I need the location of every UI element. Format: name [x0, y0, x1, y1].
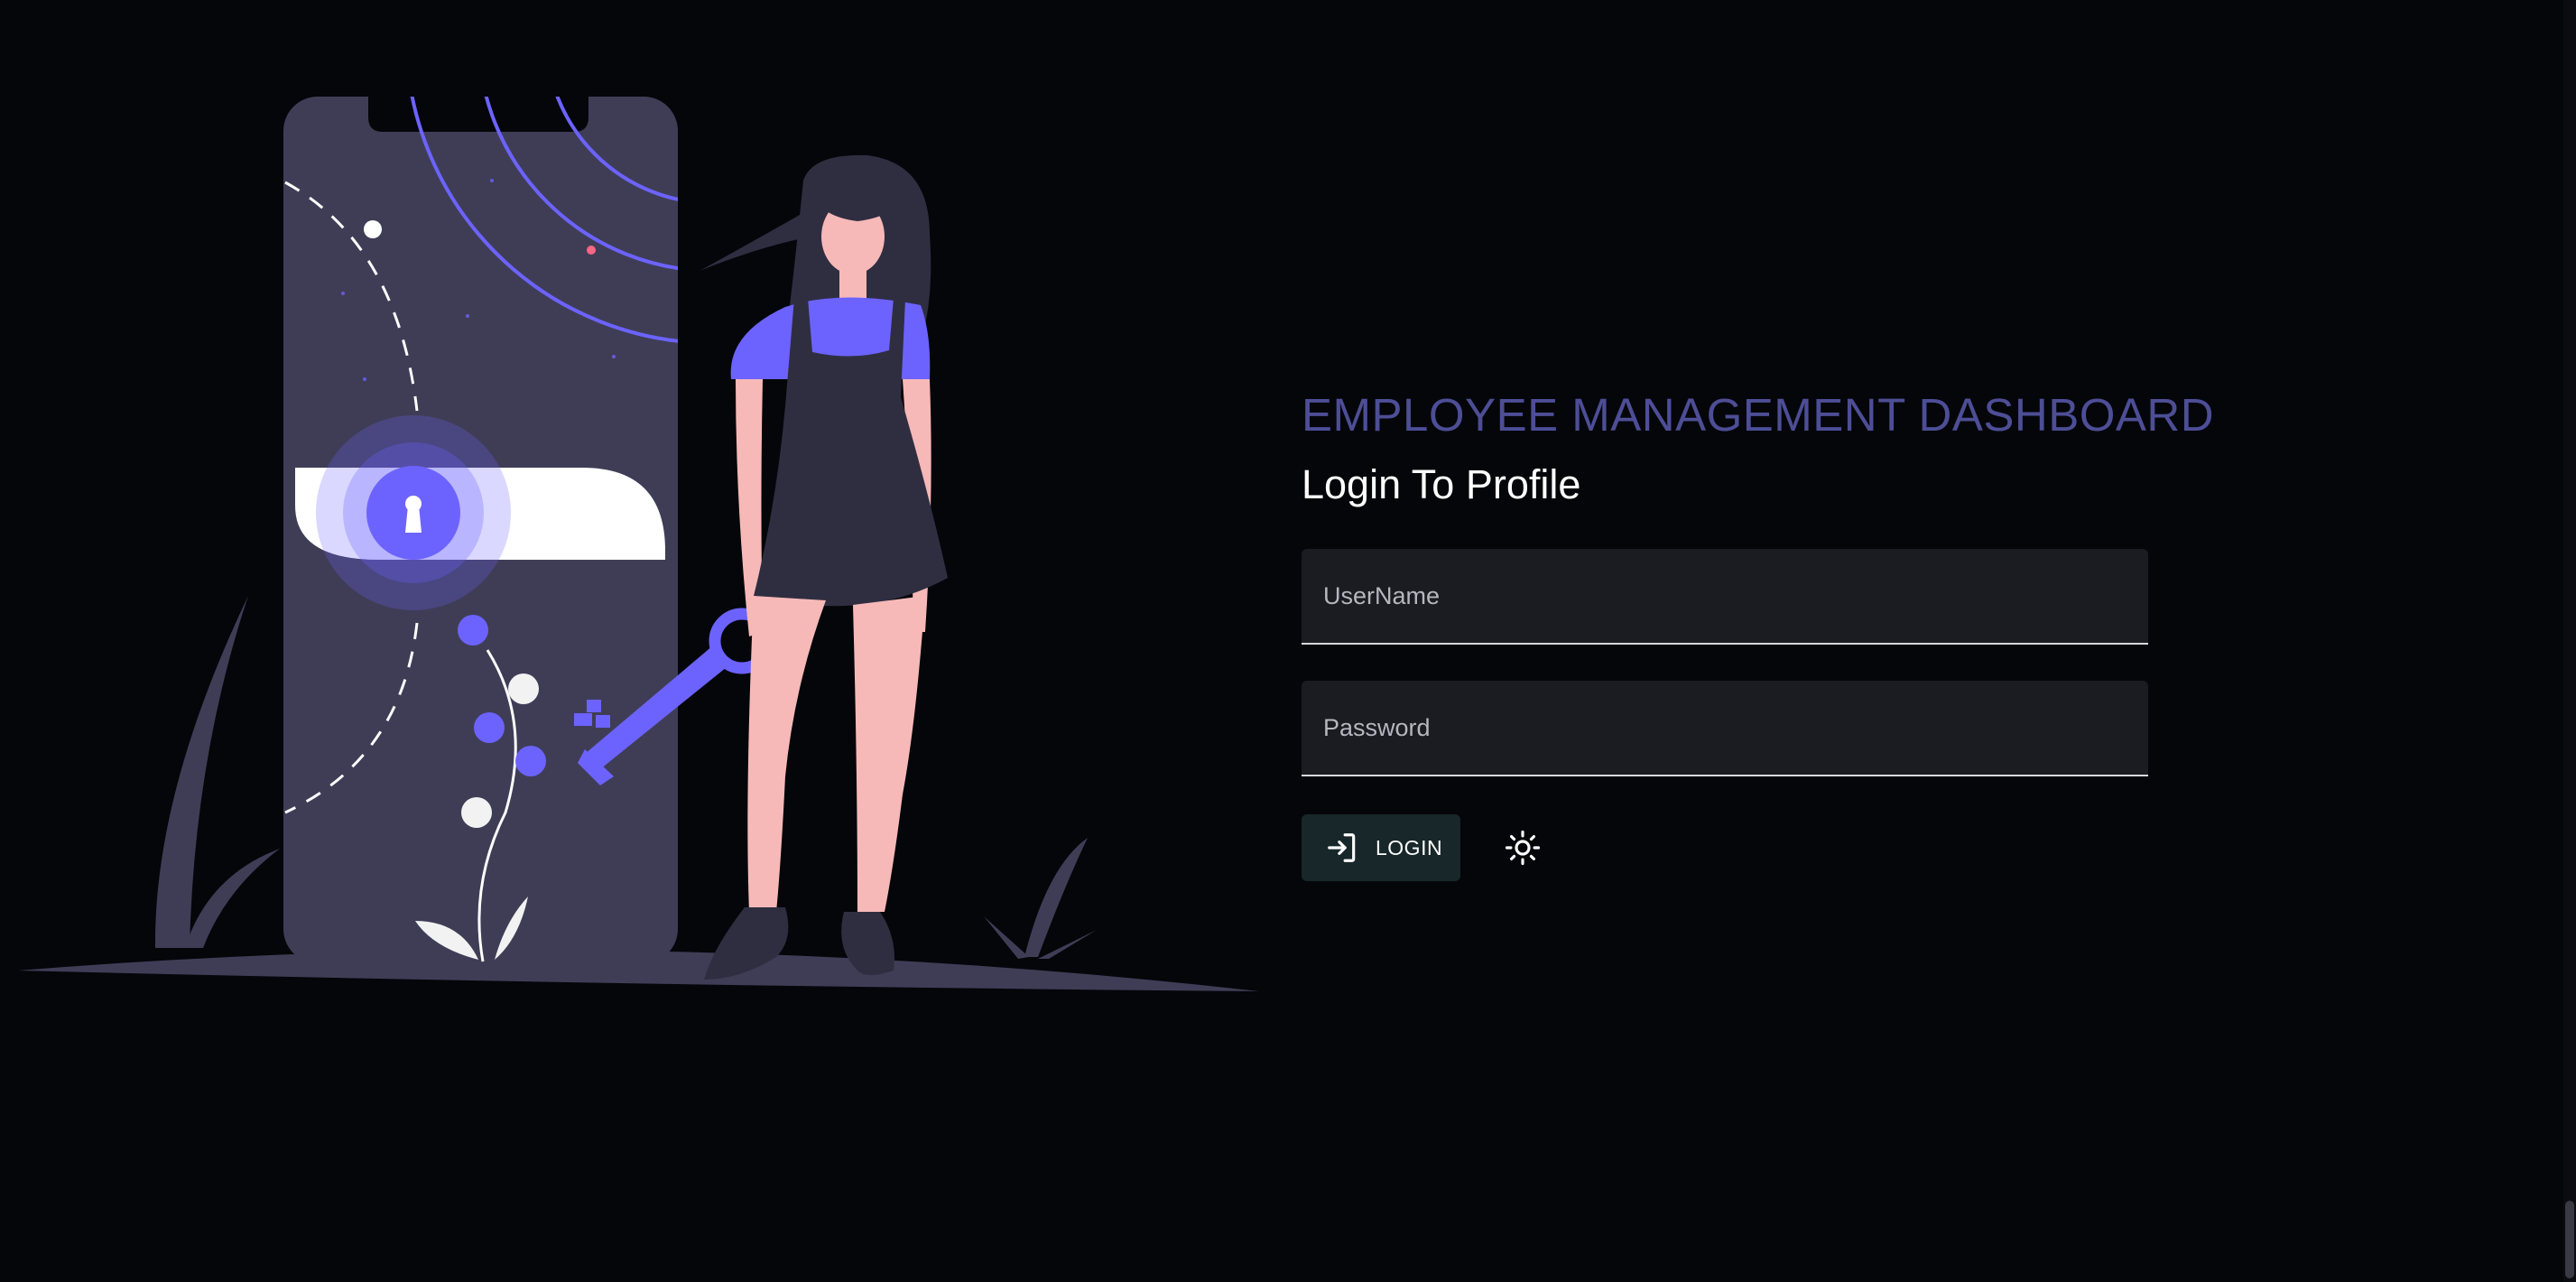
scrollbar-thumb[interactable]	[2565, 1201, 2574, 1278]
form-actions: LOGIN	[1302, 814, 2148, 881]
login-page: EMPLOYEE MANAGEMENT DASHBOARD Login To P…	[0, 0, 2576, 1282]
woman-figure	[700, 154, 948, 980]
username-field[interactable]	[1302, 549, 2148, 645]
form-title: Login To Profile	[1302, 461, 1581, 507]
sun-icon	[1505, 830, 1541, 866]
login-illustration	[18, 97, 1259, 991]
grass-right-3	[1038, 930, 1097, 959]
vertical-scrollbar[interactable]	[2563, 0, 2576, 1282]
app-title: EMPLOYEE MANAGEMENT DASHBOARD	[1302, 389, 2215, 441]
login-panel: EMPLOYEE MANAGEMENT DASHBOARD Login To P…	[1302, 379, 2215, 881]
theme-toggle-button[interactable]	[1500, 825, 1545, 870]
plant-leaf-left	[154, 596, 248, 948]
grass-right-2	[984, 916, 1029, 959]
username-input[interactable]	[1323, 549, 2117, 643]
login-arrow-icon	[1328, 833, 1356, 862]
phone-notch	[368, 97, 588, 132]
password-field[interactable]	[1302, 681, 2148, 776]
plant-leaf-left-small	[185, 849, 280, 948]
login-button-label: LOGIN	[1376, 835, 1443, 859]
password-input[interactable]	[1323, 681, 2117, 775]
login-button[interactable]: LOGIN	[1302, 814, 1460, 881]
